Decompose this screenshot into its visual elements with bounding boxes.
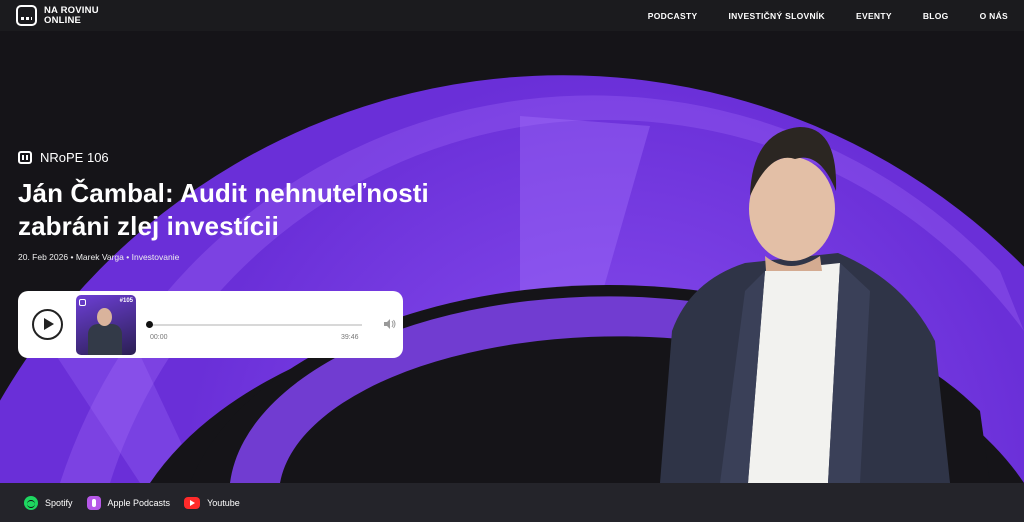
spotify-icon: [24, 495, 38, 510]
logo-line-2: ONLINE: [44, 14, 82, 26]
cover-badge: #105: [119, 298, 133, 304]
site-logo[interactable]: NA ROVINU ONLINE: [16, 5, 99, 26]
episode-meta: 20. Feb 2026 • Marek Varga • Investovani…: [18, 252, 179, 262]
logo-icon: [16, 5, 37, 26]
episode-date: 20. Feb 2026: [18, 252, 69, 262]
platform-bar: Spotify Apple Podcasts Youtube: [0, 483, 1024, 522]
platform-label: Apple Podcasts: [107, 497, 171, 508]
main-menu: PODCASTY INVESTIČNÝ SLOVNÍK EVENTY BLOG …: [648, 11, 1008, 21]
progress-track[interactable]: [150, 324, 362, 326]
nav-eventy[interactable]: EVENTY: [856, 11, 892, 21]
logo-text: NA ROVINU ONLINE: [44, 6, 99, 25]
podcast-icon: [18, 151, 32, 164]
episode-author[interactable]: Marek Varga: [76, 252, 124, 262]
title-line-1: Ján Čambal: Audit nehnuteľnosti: [18, 178, 429, 208]
platform-label: Spotify: [45, 497, 73, 508]
apple-podcasts-icon: [86, 495, 101, 510]
episode-code-label: NRoPE 106: [40, 150, 109, 165]
cover-guest-body: [88, 324, 122, 355]
platform-label: Youtube: [207, 497, 240, 508]
nav-podcasty[interactable]: PODCASTY: [648, 11, 698, 21]
platform-youtube[interactable]: Youtube: [184, 496, 240, 509]
audio-player: #105 00:00 39:46: [18, 291, 403, 358]
episode-code: NRoPE 106: [18, 150, 109, 165]
episode-title: Ján Čambal: Audit nehnuteľnosti zabráni …: [18, 177, 488, 243]
current-time: 00:00: [150, 334, 168, 341]
platform-spotify[interactable]: Spotify: [24, 495, 73, 510]
meta-separator: •: [70, 252, 74, 262]
nav-investicny-slovnik[interactable]: INVESTIČNÝ SLOVNÍK: [728, 11, 825, 21]
episode-hero: NRoPE 106 Ján Čambal: Audit nehnuteľnost…: [0, 31, 1024, 483]
progress-knob[interactable]: [146, 321, 153, 328]
nav-blog[interactable]: BLOG: [923, 11, 949, 21]
title-line-2: zabráni zlej investícii: [18, 211, 279, 241]
cover-guest-head: [97, 308, 112, 326]
platform-apple-podcasts[interactable]: Apple Podcasts: [86, 495, 171, 510]
duration: 39:46: [341, 334, 359, 341]
cover-logo-icon: [79, 299, 86, 306]
meta-separator: •: [126, 252, 130, 262]
volume-icon[interactable]: [384, 319, 396, 329]
youtube-icon: [184, 496, 201, 509]
episode-cover: #105: [76, 295, 136, 355]
episode-category[interactable]: Investovanie: [132, 252, 180, 262]
play-button[interactable]: [32, 309, 63, 340]
nav-o-nas[interactable]: O NÁS: [980, 11, 1008, 21]
top-navigation: NA ROVINU ONLINE PODCASTY INVESTIČNÝ SLO…: [0, 0, 1024, 31]
